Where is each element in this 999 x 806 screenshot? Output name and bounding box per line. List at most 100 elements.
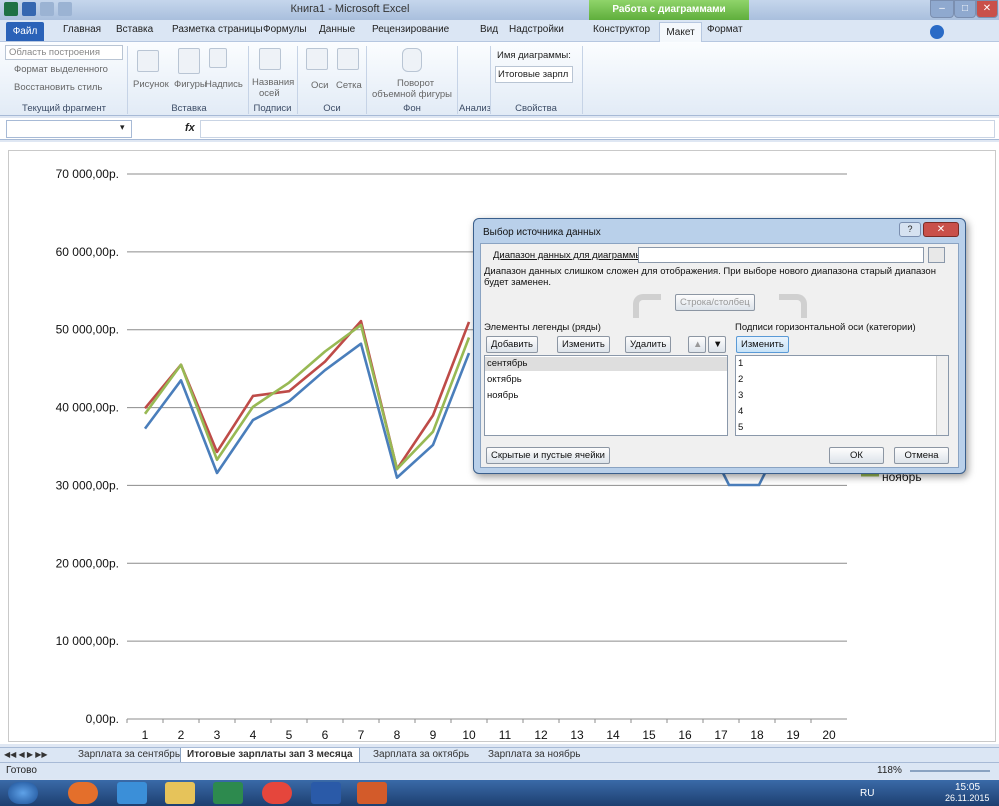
- range-input[interactable]: [638, 247, 924, 263]
- x-tick-label: 20: [822, 728, 836, 742]
- category-list[interactable]: 1 2 3 4 5: [735, 355, 949, 436]
- redo-icon[interactable]: [58, 2, 72, 16]
- legend-entries-label: Элементы легенды (ряды): [484, 322, 601, 333]
- language-indicator[interactable]: RU: [860, 788, 874, 799]
- category-item[interactable]: 3: [738, 390, 743, 401]
- tab-insert[interactable]: Вставка: [116, 24, 153, 35]
- zoom-level[interactable]: 118%: [877, 765, 902, 776]
- category-item[interactable]: 2: [738, 374, 743, 385]
- save-icon[interactable]: [22, 2, 36, 16]
- x-tick-label: 17: [714, 728, 728, 742]
- tab-formulas[interactable]: Формулы: [263, 24, 307, 35]
- tab-layout[interactable]: Макет: [659, 22, 702, 43]
- undo-icon[interactable]: [40, 2, 54, 16]
- tab-data[interactable]: Данные: [319, 24, 355, 35]
- axis-titles-button-line2[interactable]: осей: [259, 88, 280, 99]
- gridlines-button[interactable]: Сетка: [336, 80, 362, 91]
- namebox-dropdown-icon[interactable]: ▾: [120, 122, 125, 133]
- ie-icon[interactable]: [117, 782, 147, 804]
- fx-icon[interactable]: fx: [185, 122, 195, 134]
- 3d-rotation-button[interactable]: Поворот: [397, 78, 434, 89]
- tab-home[interactable]: Главная: [63, 24, 101, 35]
- textbox-button[interactable]: Надпись: [205, 79, 243, 90]
- tab-view[interactable]: Вид: [480, 24, 498, 35]
- chart-element-dropdown[interactable]: Область построения: [5, 45, 123, 60]
- zoom-slider[interactable]: [910, 770, 990, 772]
- explorer-icon[interactable]: [165, 782, 195, 804]
- firefox-icon[interactable]: [68, 782, 98, 804]
- series-item-september[interactable]: сентябрь: [487, 358, 527, 369]
- name-box[interactable]: [6, 120, 132, 138]
- series-line-сентябрь[interactable]: [143, 342, 471, 479]
- series-line-ноябрь[interactable]: [143, 323, 471, 471]
- start-icon[interactable]: [8, 782, 38, 804]
- picture-icon[interactable]: [137, 50, 159, 72]
- chrome-icon[interactable]: [262, 782, 292, 804]
- 3d-rotation-button-line2[interactable]: объемной фигуры: [372, 89, 452, 100]
- help-icon[interactable]: [930, 25, 944, 39]
- formula-input[interactable]: [200, 120, 995, 138]
- series-item-october[interactable]: октябрь: [487, 374, 522, 385]
- series-list[interactable]: сентябрь октябрь ноябрь: [484, 355, 728, 436]
- 3d-rotation-icon[interactable]: [402, 48, 422, 72]
- sheet-tab-september[interactable]: Зарплата за сентябрь: [70, 748, 188, 763]
- category-list-scrollbar[interactable]: [936, 356, 948, 435]
- clock-date[interactable]: 26.11.2015: [945, 793, 989, 803]
- excel-taskbar-icon[interactable]: [213, 782, 243, 804]
- shapes-button[interactable]: Фигуры: [174, 79, 207, 90]
- axis-titles-icon[interactable]: [259, 48, 281, 70]
- sheet-tab-november[interactable]: Зарплата за ноябрь: [480, 748, 589, 763]
- tab-page-layout[interactable]: Разметка страницы: [172, 24, 263, 35]
- word-icon[interactable]: [311, 782, 341, 804]
- close-button[interactable]: ✕: [976, 0, 998, 18]
- move-up-icon[interactable]: ▲: [688, 336, 706, 353]
- tab-addins[interactable]: Надстройки: [509, 24, 564, 35]
- x-tick-label: 18: [750, 728, 764, 742]
- chart-name-label: Имя диаграммы:: [497, 50, 571, 61]
- category-item[interactable]: 4: [738, 406, 743, 417]
- x-tick-label: 2: [178, 728, 185, 742]
- media-icon[interactable]: [357, 782, 387, 804]
- edit-axis-labels-button[interactable]: Изменить: [736, 336, 789, 353]
- help-button[interactable]: ?: [899, 222, 921, 237]
- maximize-button[interactable]: □: [954, 0, 976, 18]
- delete-series-button[interactable]: Удалить: [625, 336, 672, 353]
- category-item[interactable]: 5: [738, 422, 743, 433]
- tab-file[interactable]: Файл: [6, 22, 44, 41]
- y-tick-label: 0,00р.: [86, 712, 119, 726]
- axes-button[interactable]: Оси: [311, 80, 328, 91]
- cancel-button[interactable]: Отмена: [894, 447, 949, 464]
- clock-time[interactable]: 15:05: [955, 782, 980, 793]
- category-item[interactable]: 1: [738, 358, 743, 369]
- sheet-nav-icon[interactable]: ◀◀ ◀ ▶ ▶▶: [4, 748, 48, 763]
- axis-titles-button[interactable]: Названия: [252, 77, 294, 88]
- axes-icon[interactable]: [306, 48, 328, 70]
- series-item-november[interactable]: ноябрь: [487, 390, 518, 401]
- range-collapse-icon[interactable]: [928, 247, 945, 263]
- select-data-source-dialog: Выбор источника данных ? ✕ Диапазон данн…: [473, 218, 966, 474]
- group-label-analysis[interactable]: Анализ: [459, 103, 491, 114]
- textbox-icon[interactable]: [209, 48, 227, 68]
- group-label-background: Фон: [403, 103, 421, 114]
- tab-design[interactable]: Конструктор: [593, 24, 650, 35]
- range-label: Диапазон данных для диаграммы:: [493, 250, 645, 261]
- tab-format[interactable]: Формат: [707, 24, 743, 35]
- minimize-button[interactable]: –: [930, 0, 954, 18]
- reset-style-button[interactable]: Восстановить стиль: [14, 82, 102, 93]
- switch-row-column-button[interactable]: Строка/столбец: [675, 294, 755, 311]
- gridlines-icon[interactable]: [337, 48, 359, 70]
- edit-series-button[interactable]: Изменить: [557, 336, 610, 353]
- dialog-close-button[interactable]: ✕: [923, 222, 959, 237]
- sheet-tab-total[interactable]: Итоговые зарплаты зап 3 месяца: [180, 748, 360, 763]
- format-selection-button[interactable]: Формат выделенного: [14, 64, 108, 75]
- sheet-tab-october[interactable]: Зарплата за октябрь: [365, 748, 477, 763]
- shapes-icon[interactable]: [178, 48, 200, 74]
- move-down-icon[interactable]: ▼: [708, 336, 726, 353]
- tab-review[interactable]: Рецензирование: [372, 24, 449, 35]
- picture-button[interactable]: Рисунок: [133, 79, 169, 90]
- x-tick-label: 3: [214, 728, 221, 742]
- chart-name-input[interactable]: Итоговые зарпл: [495, 66, 573, 83]
- hidden-empty-cells-button[interactable]: Скрытые и пустые ячейки: [486, 447, 610, 464]
- ok-button[interactable]: ОК: [829, 447, 884, 464]
- add-series-button[interactable]: Добавить: [486, 336, 538, 353]
